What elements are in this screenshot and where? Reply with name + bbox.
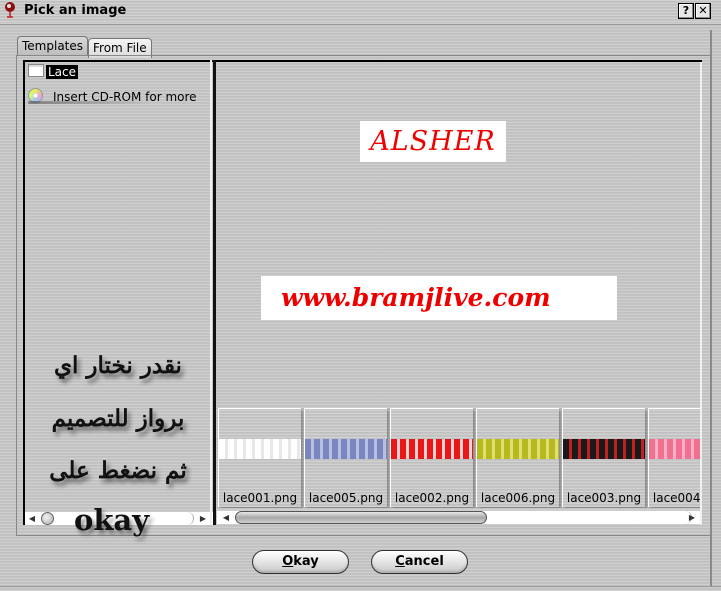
app-icon [5, 2, 15, 18]
thumbnail-filename: lace005.png [308, 491, 384, 505]
category-tree[interactable]: Lace Insert CD-ROM for more ◀ ▶ [23, 60, 214, 525]
panel-border-right [710, 30, 712, 586]
thumbnail-item[interactable]: lace005.png [304, 408, 387, 507]
thumbnail-image [305, 439, 387, 459]
thumbnail-item[interactable]: lace001.png [218, 408, 301, 507]
scroll-thumb[interactable] [235, 511, 487, 524]
preview-hscrollbar[interactable]: ◀ ▶ [217, 510, 700, 524]
close-button[interactable]: ✕ [695, 3, 711, 19]
thumbnail-image [219, 439, 301, 459]
folder-icon [28, 64, 44, 77]
cancel-button[interactable]: Cancel [371, 550, 468, 574]
scroll-right-icon[interactable]: ▶ [198, 513, 208, 524]
title-separator [0, 24, 721, 25]
scroll-right-icon[interactable]: ▶ [687, 512, 697, 523]
thumbnail-filename: lace006.png [480, 491, 556, 505]
panel-border-left [16, 56, 17, 536]
title-bar: Pick an image ? ✕ [0, 0, 721, 22]
scroll-left-icon[interactable]: ◀ [27, 513, 37, 524]
overlay-arabic-line-3: ثم نضغط على [49, 457, 187, 484]
help-button[interactable]: ? [678, 3, 694, 19]
cancel-mnemonic: C [395, 554, 405, 569]
thumbnail-image [391, 439, 473, 459]
window-title: Pick an image [24, 3, 127, 18]
overlay-okay-word: okay [74, 503, 150, 537]
watermark-name: ALSHER [370, 126, 496, 157]
thumbnail-filename: lace001.png [222, 491, 298, 505]
okay-label: kay [293, 554, 319, 569]
thumbnail-image [477, 439, 559, 459]
thumbnail-image [563, 439, 645, 459]
overlay-arabic-line-2: برواز للتصميم [51, 405, 185, 432]
thumbnail-item[interactable]: lace003.png [562, 408, 645, 507]
thumbnail-strip: lace001.png lace005.png lace002.png lace… [217, 408, 700, 508]
watermark-name-banner: ALSHER [360, 121, 506, 162]
thumbnail-filename: lace003.png [566, 491, 642, 505]
overlay-arabic-line-1: نقدر نختار اي [54, 352, 182, 379]
thumbnail-filename: lace004.png [652, 491, 700, 505]
scroll-thumb[interactable] [41, 512, 54, 525]
scroll-left-icon[interactable]: ◀ [221, 512, 231, 523]
watermark-site: www.bramjlive.com [281, 283, 551, 312]
window-bottom-border [0, 586, 721, 587]
okay-mnemonic: O [282, 554, 294, 569]
thumbnail-filename: lace002.png [394, 491, 470, 505]
scroll-track-end [185, 512, 194, 525]
tab-templates[interactable]: Templates [17, 36, 89, 56]
thumbnail-image [649, 439, 700, 459]
tree-item-underline [28, 101, 153, 104]
okay-button[interactable]: Okay [252, 550, 349, 574]
tab-panel-border [16, 55, 710, 56]
thumbnail-item[interactable]: lace002.png [390, 408, 473, 507]
preview-border-right [700, 62, 702, 525]
tree-item-lace[interactable]: Lace [28, 64, 79, 80]
splitter-highlight [210, 60, 212, 525]
thumbnail-item[interactable]: lace004.png [648, 408, 700, 507]
tree-item-label: Lace [46, 65, 79, 79]
cancel-label: ancel [404, 554, 444, 569]
thumbnail-item[interactable]: lace006.png [476, 408, 559, 507]
watermark-site-banner: www.bramjlive.com [261, 276, 617, 320]
